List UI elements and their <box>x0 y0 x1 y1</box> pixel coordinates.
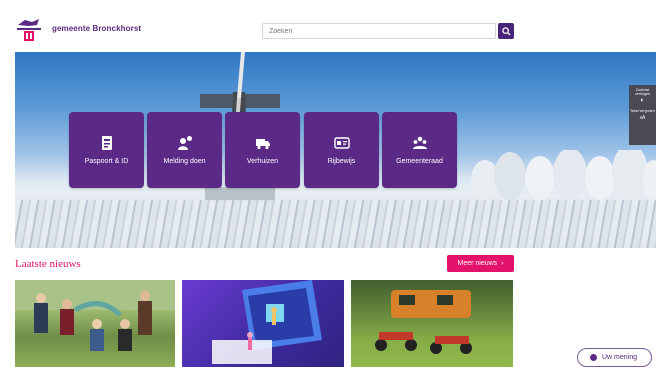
news-heading: Laatste nieuws <box>15 258 81 270</box>
tile-melding[interactable]: Melding doen <box>147 112 222 188</box>
camper-van-image <box>375 290 472 354</box>
search-input[interactable] <box>262 23 496 39</box>
frosted-trees-image <box>471 150 656 200</box>
tile-rijbewijs[interactable]: Rijbewijs <box>304 112 379 188</box>
brand-name[interactable]: gemeente Bronckhorst <box>52 24 141 33</box>
tile-label: Verhuizen <box>246 158 279 165</box>
search-icon <box>501 26 511 36</box>
news-card-1[interactable] <box>15 280 175 367</box>
moving-truck-icon <box>255 139 270 150</box>
news-card-3[interactable] <box>351 280 513 367</box>
chevron-right-icon: › <box>501 260 504 267</box>
digital-illustration-image <box>212 280 322 364</box>
search-button[interactable] <box>498 23 514 39</box>
tile-verhuizen[interactable]: Verhuizen <box>225 112 300 188</box>
frosted-field <box>15 200 656 248</box>
report-person-icon <box>177 136 192 150</box>
bronckhorst-logo-icon[interactable] <box>15 17 43 43</box>
site-header: gemeente Bronckhorst <box>0 0 656 52</box>
contrast-icon[interactable]: ◐ <box>640 97 644 105</box>
tile-label: Rijbewijs <box>327 158 356 165</box>
hero-banner: Paspoort & ID Melding doen Verhuizen Rij… <box>15 52 656 248</box>
tile-gemeenteraad[interactable]: Gemeenteraad <box>382 112 457 188</box>
council-icon <box>412 136 427 149</box>
text-size-icon[interactable]: ᴀA <box>640 114 646 122</box>
drivers-license-icon <box>333 137 350 149</box>
feedback-button[interactable]: Uw mening <box>577 348 652 367</box>
feedback-label: Uw mening <box>602 354 638 361</box>
passport-icon <box>101 136 112 150</box>
tile-paspoort[interactable]: Paspoort & ID <box>69 112 144 188</box>
tile-label: Gemeenteraad <box>396 158 443 165</box>
more-news-button[interactable]: Meer nieuws › <box>447 255 514 272</box>
news-card-2[interactable] <box>182 280 344 367</box>
more-news-label: Meer nieuws <box>457 260 498 267</box>
tile-label: Melding doen <box>163 158 206 165</box>
accessibility-panel: Contrast verhogen ◐ Tekst vergroten ᴀA <box>629 85 656 145</box>
text-size-label[interactable]: Tekst vergroten <box>630 109 655 113</box>
feedback-dot-icon <box>590 354 597 361</box>
contrast-label[interactable]: Contrast verhogen <box>629 88 656 96</box>
group-photo-image <box>15 280 175 351</box>
tile-label: Paspoort & ID <box>84 158 129 165</box>
